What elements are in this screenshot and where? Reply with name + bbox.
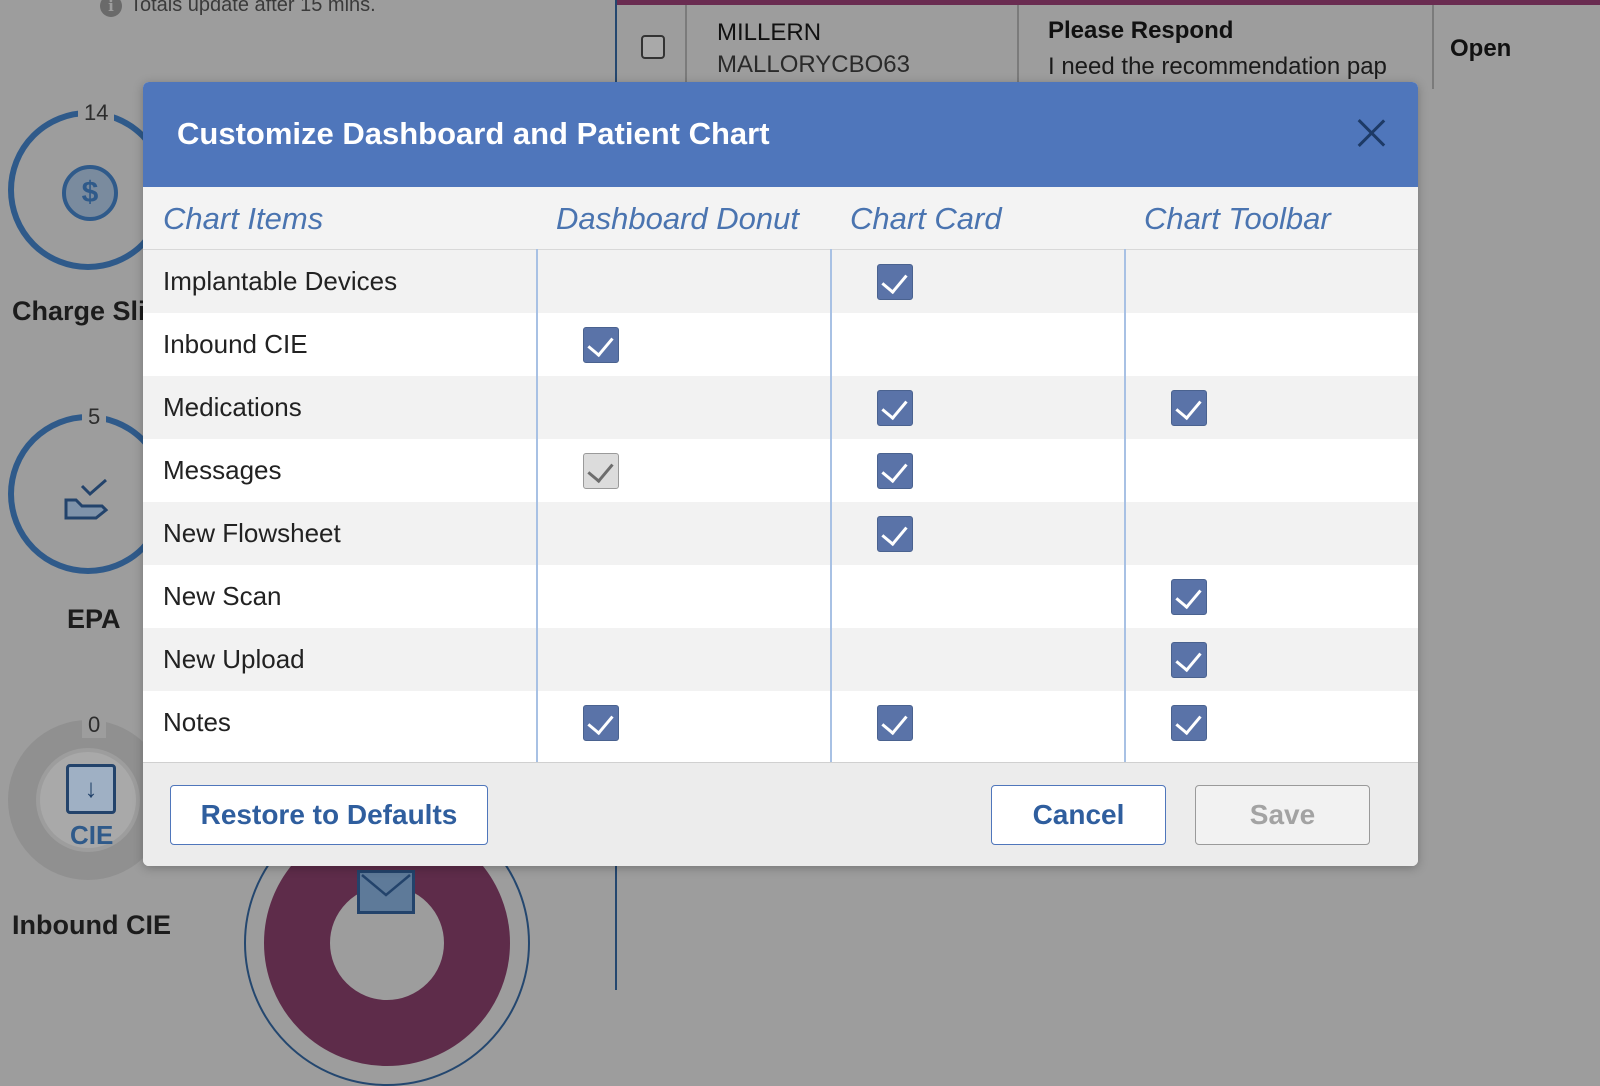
table-row: Messages [143,439,1418,502]
chart-item-label: Medications [163,392,302,422]
table-row: New Scan [143,565,1418,628]
card-checkbox[interactable] [877,453,913,489]
charge-slip-label: Charge Sli [12,296,146,326]
save-button[interactable]: Save [1195,785,1370,845]
dialog-title: Customize Dashboard and Patient Chart [177,116,770,151]
table-header: Chart Items Dashboard Donut Chart Card C… [143,187,1418,250]
totals-note-text: Totals update after 15 mins. [130,0,376,16]
card-checkbox[interactable] [877,705,913,741]
chart-item-label: New Upload [163,644,305,674]
table-row: Inbound CIE [143,313,1418,376]
dollar-icon: $ [62,165,118,221]
column-header-dashboard-donut: Dashboard Donut [556,201,799,236]
donut-checkbox[interactable] [583,327,619,363]
sender-name: MILLERN [717,19,822,46]
card-checkbox[interactable] [877,516,913,552]
hand-check-icon [64,478,109,520]
donut-checkbox [583,453,619,489]
totals-note: i Totals update after 15 mins. [100,0,376,17]
info-icon: i [100,0,122,17]
dialog-header: Customize Dashboard and Patient Chart [143,82,1418,187]
dialog-footer: Restore to Defaults Cancel Save [143,762,1418,866]
close-icon[interactable] [1350,112,1392,154]
chart-item-label: Implantable Devices [163,266,398,296]
chart-item-label: New Scan [163,581,282,611]
table-row: Implantable Devices [143,250,1418,313]
table-row: New Upload [143,628,1418,691]
message-row[interactable]: MILLERN MALLORYCBO63 Please Respond I ne… [617,5,1600,89]
inbound-cie-label: Inbound CIE [12,910,171,940]
message-preview: I need the recommendation pap [1048,53,1387,80]
column-divider [536,249,538,767]
settings-table: Chart Items Dashboard Donut Chart Card C… [143,187,1418,767]
envelope-icon [357,870,415,914]
column-header-chart-items: Chart Items [163,201,324,236]
message-subject: Please Respond [1048,17,1234,44]
cancel-button[interactable]: Cancel [991,785,1166,845]
chart-item-label: Inbound CIE [163,329,308,359]
chart-item-label: Messages [163,455,282,485]
column-divider [1124,249,1126,767]
table-row: New Flowsheet [143,502,1418,565]
epa-count: 5 [82,404,107,430]
restore-defaults-button[interactable]: Restore to Defaults [170,785,488,845]
chart-item-label: Notes [163,707,231,737]
donut-checkbox[interactable] [583,705,619,741]
column-divider [830,249,832,767]
toolbar-checkbox[interactable] [1171,642,1207,678]
card-checkbox[interactable] [877,264,913,300]
inbound-cie-count: 0 [82,712,107,738]
message-status: Open [1450,35,1512,62]
column-header-chart-card: Chart Card [850,201,1002,236]
toolbar-checkbox[interactable] [1171,390,1207,426]
row-divider [1432,5,1434,89]
download-tray-icon: ↓ [66,764,116,814]
row-checkbox[interactable] [641,35,665,59]
column-header-chart-toolbar: Chart Toolbar [1144,201,1331,236]
epa-label: EPA [67,604,121,634]
toolbar-checkbox[interactable] [1171,579,1207,615]
table-row: Notes [143,691,1418,754]
chart-item-label: New Flowsheet [163,518,341,548]
row-divider [685,5,687,89]
toolbar-checkbox[interactable] [1171,705,1207,741]
customize-dialog: Customize Dashboard and Patient Chart Ch… [143,82,1418,866]
card-checkbox[interactable] [877,390,913,426]
table-row: Medications [143,376,1418,439]
row-divider [1017,5,1019,89]
sender-username: MALLORYCBO63 [717,51,910,78]
charge-slip-count: 14 [78,100,115,126]
cie-icon-text: CIE [70,820,114,850]
